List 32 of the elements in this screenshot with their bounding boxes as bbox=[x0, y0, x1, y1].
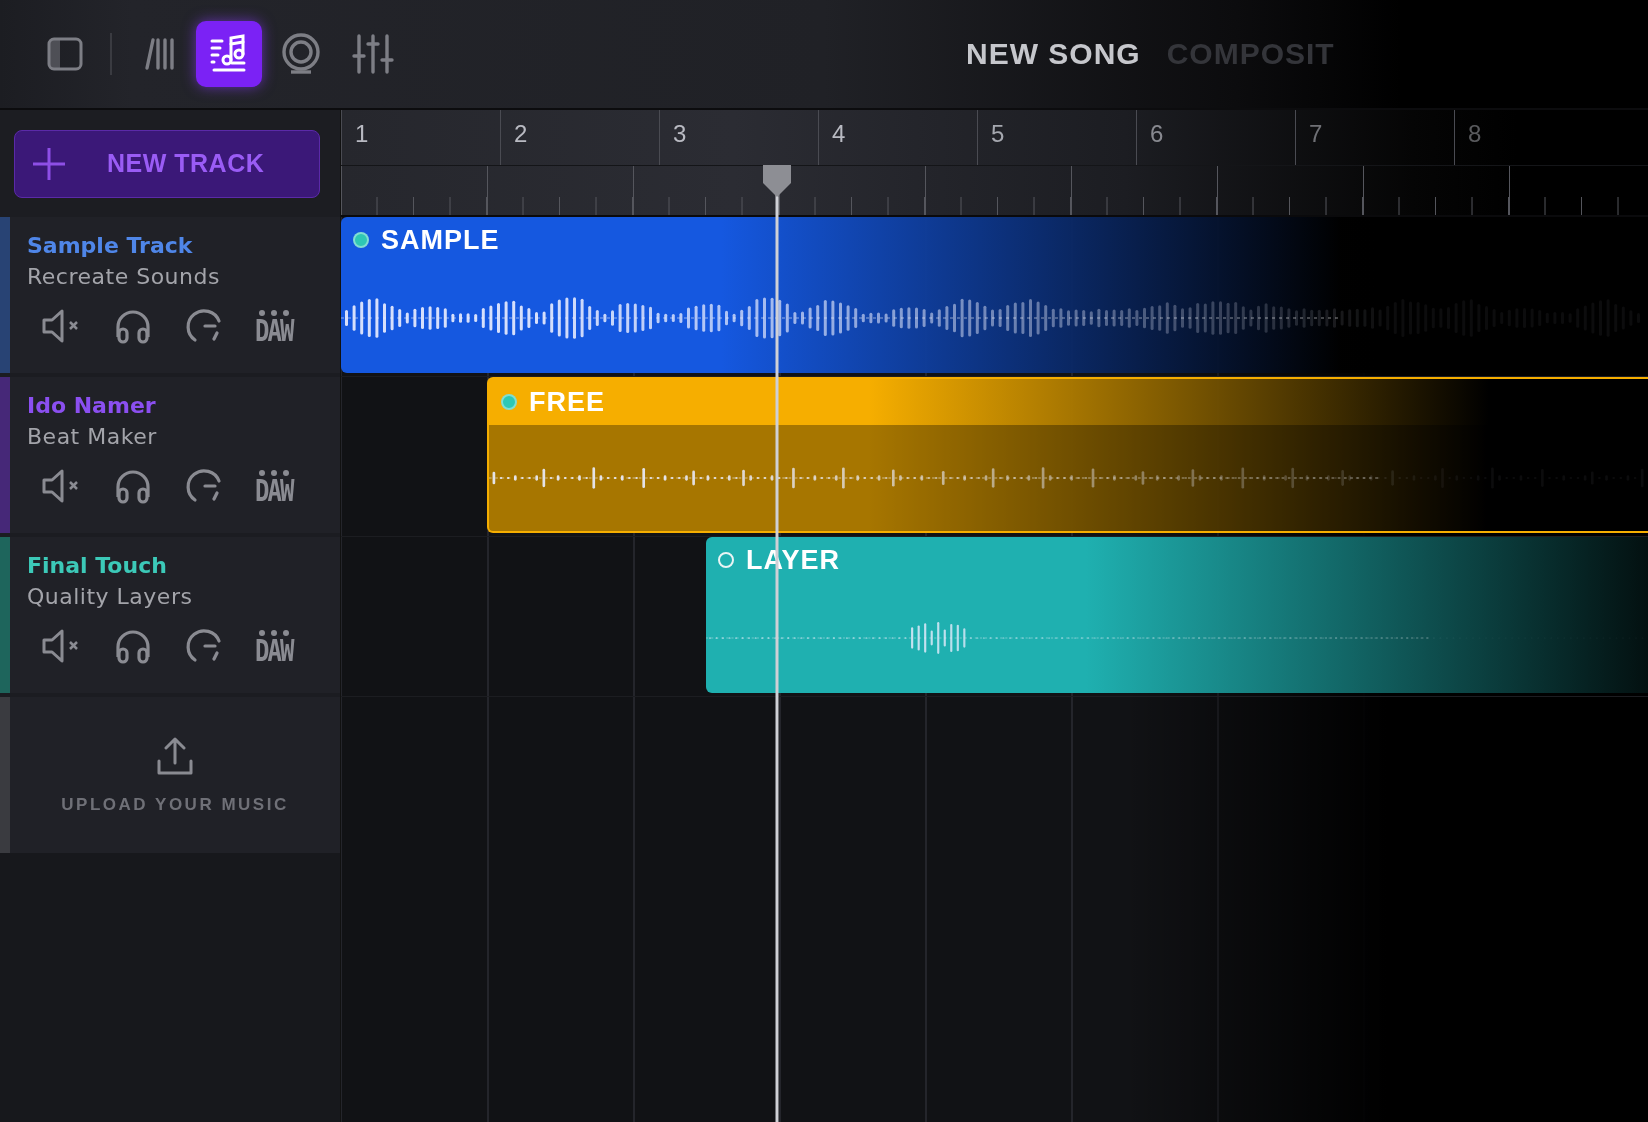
new-track-button[interactable]: NEW TRACK bbox=[14, 129, 320, 198]
bar-number: 8 bbox=[1454, 110, 1613, 165]
track-description: Beat Maker bbox=[27, 423, 158, 451]
upload-music-button[interactable]: UPLOAD YOUR MUSIC bbox=[0, 697, 340, 853]
bar-number: 7 bbox=[1295, 110, 1454, 165]
headphones-icon[interactable] bbox=[113, 467, 153, 505]
song-title: NEW SONG bbox=[966, 37, 1141, 71]
track-header[interactable]: Final Touch Quality Layers DAW bbox=[0, 537, 340, 693]
track-description: Recreate Sounds bbox=[27, 263, 221, 291]
daw-menu-button[interactable]: DAW bbox=[255, 308, 293, 344]
upload-icon bbox=[155, 735, 195, 777]
bar-number: 6 bbox=[1136, 110, 1295, 165]
track-name: Ido Namer bbox=[27, 392, 157, 420]
bar-number: 2 bbox=[500, 110, 659, 165]
track-name: Sample Track bbox=[27, 232, 194, 260]
clip-status-dot[interactable] bbox=[718, 552, 734, 568]
daw-menu-button[interactable]: DAW bbox=[255, 468, 293, 504]
headphones-icon[interactable] bbox=[113, 307, 153, 345]
clip-label: FREE bbox=[529, 386, 605, 418]
mixer-sliders-icon bbox=[351, 32, 395, 76]
bar-number: 4 bbox=[818, 110, 977, 165]
daw-menu-button[interactable]: DAW bbox=[255, 628, 293, 664]
track-description: Quality Layers bbox=[27, 583, 194, 611]
bar-number: 5 bbox=[977, 110, 1136, 165]
track-header[interactable]: Sample Track Recreate Sounds DAW bbox=[0, 217, 340, 373]
bar-number: 1 bbox=[341, 110, 500, 165]
notes-tool-button[interactable] bbox=[196, 21, 262, 87]
clip-label: SAMPLE bbox=[381, 224, 500, 256]
track-name: Final Touch bbox=[27, 552, 168, 580]
track-header[interactable]: Ido Namer Beat Maker DAW bbox=[0, 377, 340, 533]
ring-icon bbox=[279, 32, 323, 76]
headphones-icon[interactable] bbox=[113, 627, 153, 665]
